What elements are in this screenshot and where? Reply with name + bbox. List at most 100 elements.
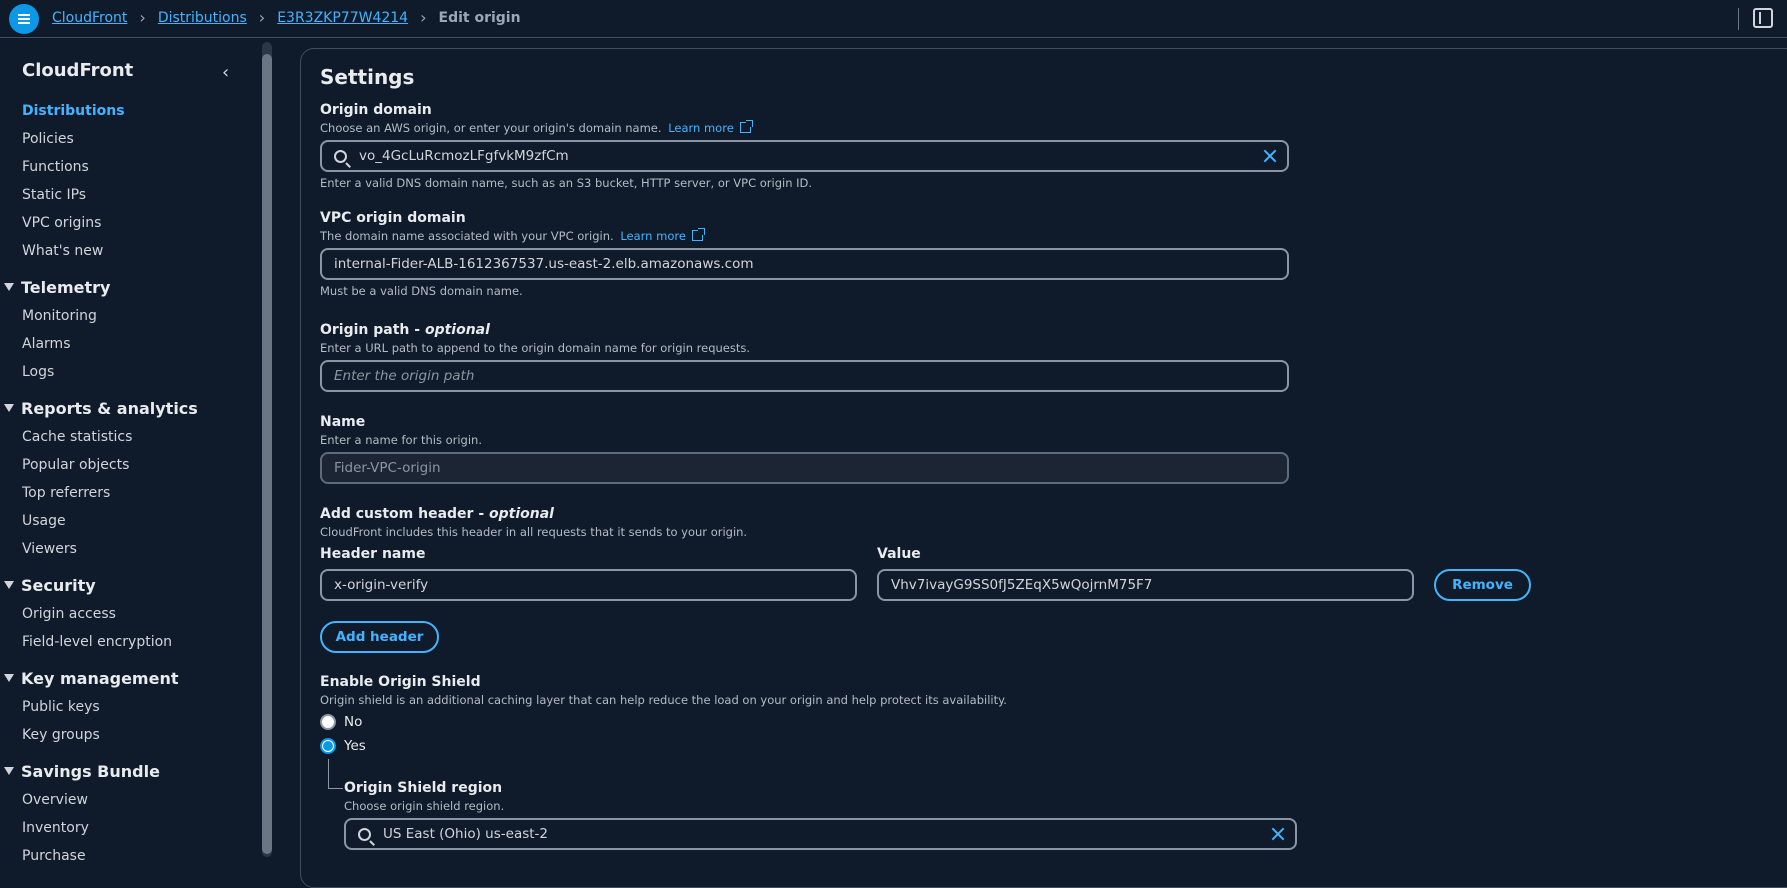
sidebar-title: CloudFront xyxy=(22,60,134,81)
origin-shield-region-label: Origin Shield region xyxy=(344,780,503,796)
origin-domain-description: Choose an AWS origin, or enter your orig… xyxy=(320,120,753,135)
sidebar-item-functions[interactable]: Functions xyxy=(22,159,89,175)
sidebar-item-top-referrers[interactable]: Top referrers xyxy=(22,485,110,501)
header-name-input[interactable]: x-origin-verify xyxy=(320,569,857,601)
sidebar-section-reports[interactable]: Reports & analytics xyxy=(4,399,198,418)
sidebar-item-vpc-origins[interactable]: VPC origins xyxy=(22,215,101,231)
search-icon xyxy=(358,827,371,841)
sidebar-item-purchase[interactable]: Purchase xyxy=(22,848,86,864)
origin-shield-region-description: Choose origin shield region. xyxy=(344,799,505,813)
origin-path-placeholder: Enter the origin path xyxy=(334,368,475,384)
caret-down-icon xyxy=(4,674,14,682)
sidebar-section-security[interactable]: Security xyxy=(4,576,96,595)
sidebar-item-logs[interactable]: Logs xyxy=(22,364,54,380)
sidebar-item-policies[interactable]: Policies xyxy=(22,131,74,147)
origin-shield-region-select[interactable]: US East (Ohio) us-east-2 xyxy=(344,818,1297,850)
custom-header-description: CloudFront includes this header in all r… xyxy=(320,525,748,539)
add-header-button[interactable]: Add header xyxy=(320,621,439,653)
external-link-icon xyxy=(739,120,753,133)
optional-text: optional xyxy=(489,506,554,522)
name-label: Name xyxy=(320,414,366,430)
origin-path-description: Enter a URL path to append to the origin… xyxy=(320,341,751,355)
section-title: Reports & analytics xyxy=(21,399,198,418)
hamburger-menu-icon[interactable] xyxy=(9,4,39,34)
origin-domain-value: vo_4GcLuRcmozLFgfvkM9zfCm xyxy=(359,148,569,164)
radio-yes-label[interactable]: Yes xyxy=(344,738,366,754)
external-link-icon xyxy=(691,228,705,241)
header-value-text: Vhv7ivayG9SS0fJ5ZEqX5wQojrnM75F7 xyxy=(891,577,1153,593)
caret-down-icon xyxy=(4,767,14,775)
caret-down-icon xyxy=(4,283,14,291)
divider xyxy=(1738,8,1739,30)
section-title: Savings Bundle xyxy=(21,762,160,781)
clear-icon[interactable] xyxy=(1261,147,1279,165)
origin-path-input[interactable]: Enter the origin path xyxy=(320,360,1289,392)
name-description: Enter a name for this origin. xyxy=(320,433,482,447)
breadcrumb-distribution-id[interactable]: E3R3ZKP77W4214 xyxy=(277,10,408,26)
origin-shield-label: Enable Origin Shield xyxy=(320,674,481,690)
origin-path-label: Origin path - optional xyxy=(320,322,490,338)
sidebar-section-key-management[interactable]: Key management xyxy=(4,669,179,688)
section-title: Telemetry xyxy=(21,278,111,297)
settings-panel: Settings Origin domain Choose an AWS ori… xyxy=(300,48,1787,888)
origin-domain-hint: Enter a valid DNS domain name, such as a… xyxy=(320,176,813,190)
sidebar-scrollbar[interactable] xyxy=(262,42,272,857)
origin-shield-description: Origin shield is an additional caching l… xyxy=(320,693,1007,707)
chevron-right-icon: › xyxy=(258,8,266,27)
label-text: Origin path - xyxy=(320,322,425,338)
header-value-input[interactable]: Vhv7ivayG9SS0fJ5ZEqX5wQojrnM75F7 xyxy=(877,569,1414,601)
sidebar-item-monitoring[interactable]: Monitoring xyxy=(22,308,97,324)
header-name-value: x-origin-verify xyxy=(334,577,429,593)
optional-text: optional xyxy=(424,322,490,338)
remove-header-button[interactable]: Remove xyxy=(1434,569,1531,601)
chevron-left-icon[interactable]: ‹ xyxy=(222,62,228,83)
description-text: The domain name associated with your VPC… xyxy=(320,229,614,243)
region-value: US East (Ohio) us-east-2 xyxy=(383,826,549,842)
radio-no[interactable] xyxy=(320,714,336,730)
sidebar-item-alarms[interactable]: Alarms xyxy=(22,336,71,352)
sidebar-item-origin-access[interactable]: Origin access xyxy=(22,606,116,622)
learn-more-link[interactable]: Learn more xyxy=(668,121,734,135)
chevron-right-icon: › xyxy=(139,8,146,27)
sidebar-item-key-groups[interactable]: Key groups xyxy=(22,727,100,743)
sidebar-item-inventory[interactable]: Inventory xyxy=(22,820,89,836)
chevron-right-icon: › xyxy=(420,8,427,27)
vpc-origin-domain-value: internal-Fider-ALB-1612367537.us-east-2.… xyxy=(334,256,754,272)
breadcrumb: CloudFront › Distributions › E3R3ZKP77W4… xyxy=(52,8,521,27)
sidebar-item-cache-statistics[interactable]: Cache statistics xyxy=(22,429,132,445)
breadcrumb-distributions[interactable]: Distributions xyxy=(158,10,247,26)
sidebar-item-popular-objects[interactable]: Popular objects xyxy=(22,457,129,473)
search-icon xyxy=(334,149,347,163)
scrollbar-thumb[interactable] xyxy=(262,54,272,854)
radio-yes[interactable] xyxy=(320,738,336,754)
sidebar-item-public-keys[interactable]: Public keys xyxy=(22,699,100,715)
custom-header-label: Add custom header - optional xyxy=(320,506,554,522)
origin-domain-input[interactable]: vo_4GcLuRcmozLFgfvkM9zfCm xyxy=(320,140,1289,172)
name-input[interactable]: Fider-VPC-origin xyxy=(320,452,1289,484)
tree-connector xyxy=(328,759,343,789)
sidebar-item-static-ips[interactable]: Static IPs xyxy=(22,187,86,203)
section-title: Key management xyxy=(21,669,179,688)
panel-toggle-icon[interactable] xyxy=(1753,8,1773,28)
vpc-origin-domain-input[interactable]: internal-Fider-ALB-1612367537.us-east-2.… xyxy=(320,248,1289,280)
breadcrumb-cloudfront[interactable]: CloudFront xyxy=(52,10,127,26)
sidebar-item-usage[interactable]: Usage xyxy=(22,513,66,529)
sidebar-item-viewers[interactable]: Viewers xyxy=(22,541,77,557)
header-name-label: Header name xyxy=(320,546,426,562)
sidebar-item-distributions[interactable]: Distributions xyxy=(22,103,125,119)
header-value-label: Value xyxy=(877,546,921,562)
sidebar: CloudFront ‹ Distributions Policies Func… xyxy=(0,38,228,871)
sidebar-item-whats-new[interactable]: What's new xyxy=(22,243,103,259)
sidebar-section-telemetry[interactable]: Telemetry xyxy=(4,278,110,297)
sidebar-section-savings-bundle[interactable]: Savings Bundle xyxy=(4,762,160,781)
learn-more-link[interactable]: Learn more xyxy=(620,229,686,243)
vpc-origin-domain-description: The domain name associated with your VPC… xyxy=(320,228,705,243)
sidebar-item-overview[interactable]: Overview xyxy=(22,792,88,808)
section-title: Security xyxy=(21,576,96,595)
page-title: Settings xyxy=(320,65,415,89)
origin-domain-label: Origin domain xyxy=(320,102,432,118)
sidebar-item-field-level-encryption[interactable]: Field-level encryption xyxy=(22,634,172,650)
radio-no-label[interactable]: No xyxy=(344,714,362,730)
clear-icon[interactable] xyxy=(1269,825,1287,843)
breadcrumb-current: Edit origin xyxy=(438,10,521,26)
